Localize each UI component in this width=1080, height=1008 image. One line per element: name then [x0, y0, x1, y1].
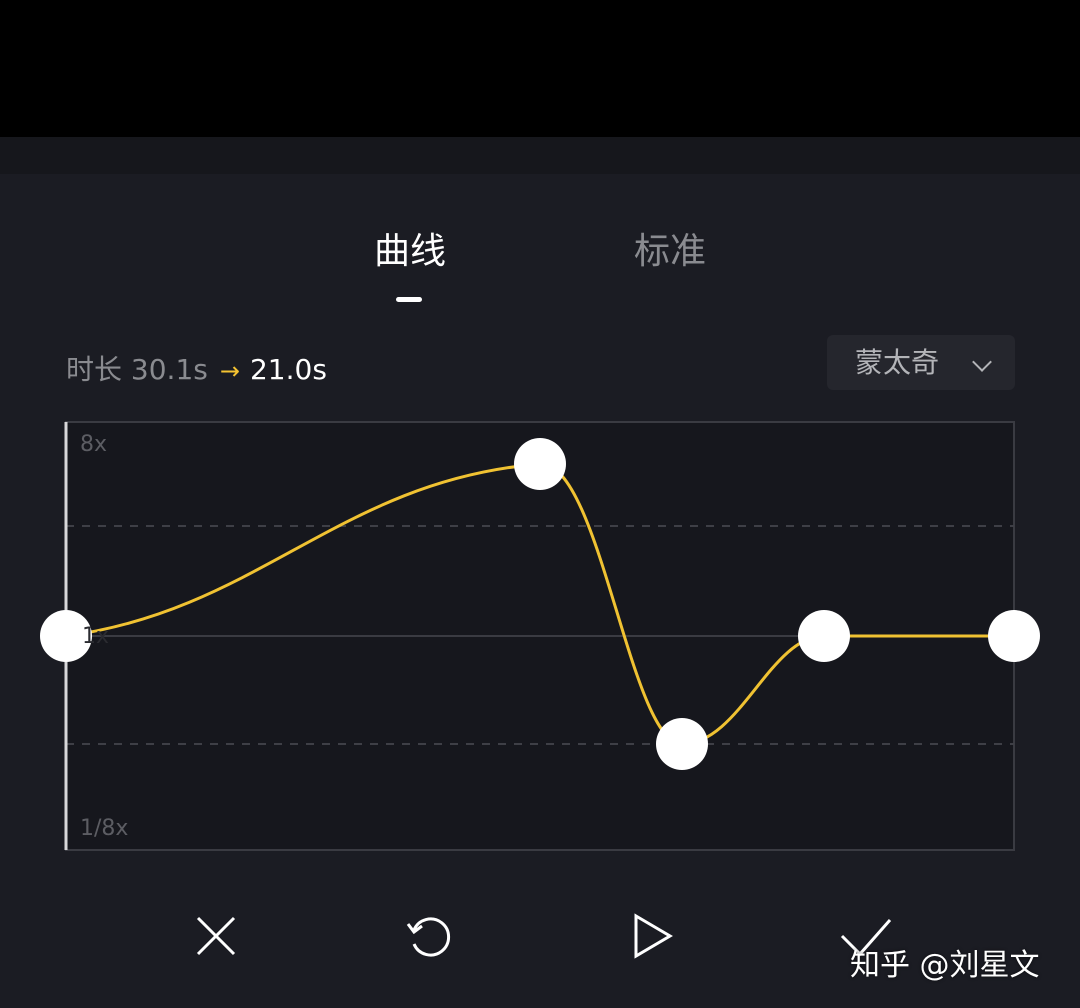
axis-label-mid: 1x — [82, 624, 110, 649]
curve-point-4[interactable] — [798, 610, 850, 662]
axis-label-top: 8x — [80, 432, 108, 457]
axis-label-bottom: 1/8x — [80, 816, 129, 841]
curve-point-3[interactable] — [656, 718, 708, 770]
curve-point-5[interactable] — [988, 610, 1040, 662]
reset-icon[interactable] — [400, 906, 460, 966]
close-icon[interactable] — [186, 906, 246, 966]
watermark: 知乎 @刘星文 — [850, 948, 1040, 983]
speed-curve-graph[interactable] — [0, 0, 1080, 1008]
curve-point-2[interactable] — [514, 438, 566, 490]
play-icon[interactable] — [622, 906, 682, 966]
